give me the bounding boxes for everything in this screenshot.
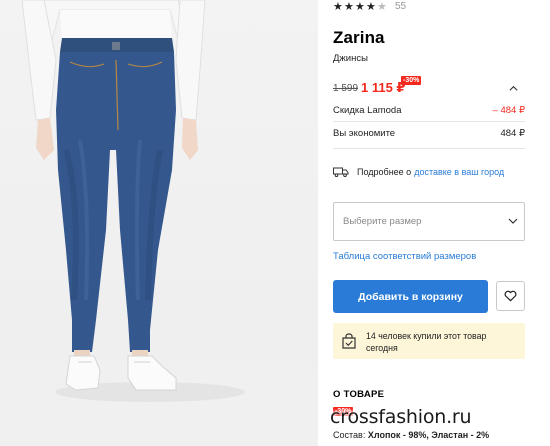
discount-badge: -30% — [401, 76, 422, 85]
star-icon: ★ — [344, 0, 354, 13]
purchase-notice: 14 человек купили этот товар сегодня — [333, 323, 525, 359]
truck-icon — [333, 167, 349, 177]
product-category: Джинсы — [333, 53, 368, 64]
savings-label: Вы экономите — [333, 128, 396, 139]
bag-check-icon — [342, 333, 356, 349]
about-product-heading: О ТОВАРЕ — [333, 389, 385, 400]
new-price: 1 115 ₽ — [361, 80, 406, 95]
composition: Состав: Хлопок - 98%, Эластан - 2% — [333, 430, 489, 440]
jeans-model-image — [21, 0, 245, 402]
watermark: crossfashion.ru — [330, 406, 472, 428]
rating-stars: ★ ★ ★ ★ ★ — [333, 0, 388, 13]
delivery-link[interactable]: доставке в ваш город — [414, 167, 504, 177]
lamoda-discount-value: – 484 ₽ — [492, 105, 525, 116]
price-block[interactable]: 1 599 1 115 ₽ -30% — [333, 76, 525, 96]
chevron-down-icon — [508, 218, 518, 224]
chevron-up-icon[interactable] — [509, 84, 518, 93]
size-select[interactable]: Выберите размер — [333, 202, 525, 241]
product-brand[interactable]: Zarina — [333, 28, 385, 48]
delivery-text: Подробнее о — [357, 167, 412, 177]
savings-value: 484 ₽ — [500, 128, 525, 139]
reviews-count[interactable]: 55 — [395, 1, 406, 12]
star-icon: ★ — [333, 0, 343, 13]
divider — [333, 121, 525, 122]
product-info-panel: ★ ★ ★ ★ ★ 55 Zarina Джинсы 1 599 1 115 ₽… — [333, 0, 533, 446]
savings-row: Вы экономите 484 ₽ — [333, 128, 525, 139]
composition-label: Состав: — [333, 430, 366, 440]
half-star-icon: ★ — [377, 0, 387, 13]
size-select-placeholder: Выберите размер — [343, 216, 422, 227]
delivery-info: Подробнее о доставке в ваш город — [333, 166, 504, 178]
star-icon: ★ — [355, 0, 365, 13]
lamoda-discount-label: Скидка Lamoda — [333, 105, 402, 116]
size-table-link[interactable]: Таблица соответствий размеров — [333, 251, 476, 262]
product-photo[interactable] — [0, 0, 318, 446]
lamoda-discount-row: Скидка Lamoda – 484 ₽ — [333, 105, 525, 116]
add-to-favorites-button[interactable] — [496, 281, 525, 311]
old-price: 1 599 — [333, 83, 359, 94]
composition-value: Хлопок - 98%, Эластан - 2% — [367, 430, 490, 440]
product-rating[interactable]: ★ ★ ★ ★ ★ 55 — [333, 0, 406, 13]
star-icon: ★ — [366, 0, 376, 13]
heart-icon — [504, 290, 517, 302]
divider — [333, 148, 525, 149]
add-to-cart-button[interactable]: Добавить в корзину — [333, 280, 488, 313]
purchase-notice-text: 14 человек купили этот товар сегодня — [366, 331, 487, 353]
